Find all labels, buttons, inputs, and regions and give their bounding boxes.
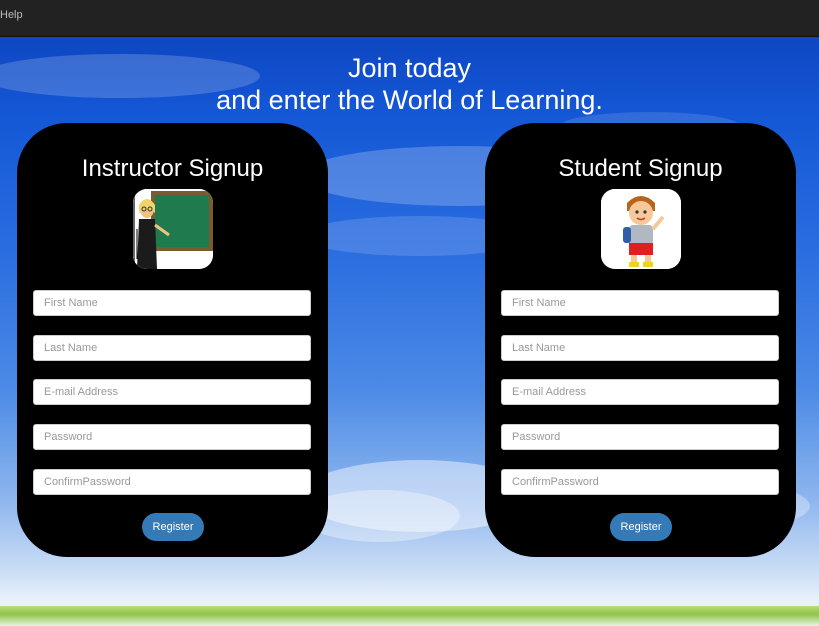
instructor-signup-card: Instructor Signup Register: [17, 123, 328, 557]
student-last-name-input[interactable]: [501, 335, 779, 361]
student-password-input[interactable]: [501, 424, 779, 450]
grass-strip: [0, 606, 819, 626]
instructor-last-name-input[interactable]: [33, 335, 311, 361]
headline-line-2: and enter the World of Learning.: [216, 85, 603, 115]
instructor-first-name-input[interactable]: [33, 290, 311, 316]
instructor-confirm-password-input[interactable]: [33, 469, 311, 495]
instructor-signup-title: Instructor Signup: [81, 155, 264, 182]
student-confirm-password-input[interactable]: [501, 469, 779, 495]
instructor-password-input[interactable]: [33, 424, 311, 450]
student-signup-title: Student Signup: [558, 155, 723, 182]
student-email-input[interactable]: [501, 379, 779, 405]
student-signup-card: Student Signup Register: [485, 123, 796, 557]
student-register-button[interactable]: Register: [610, 513, 672, 541]
student-first-name-input[interactable]: [501, 290, 779, 316]
top-menubar: Help: [0, 0, 819, 37]
instructor-email-input[interactable]: [33, 379, 311, 405]
student-boy-icon: [601, 189, 681, 269]
headline-line-1: Join today: [347, 53, 472, 83]
page-headline: Join today and enter the World of Learni…: [0, 52, 819, 116]
menu-help[interactable]: Help: [0, 9, 23, 21]
teacher-chalkboard-icon: [133, 189, 213, 269]
instructor-register-button[interactable]: Register: [142, 513, 204, 541]
